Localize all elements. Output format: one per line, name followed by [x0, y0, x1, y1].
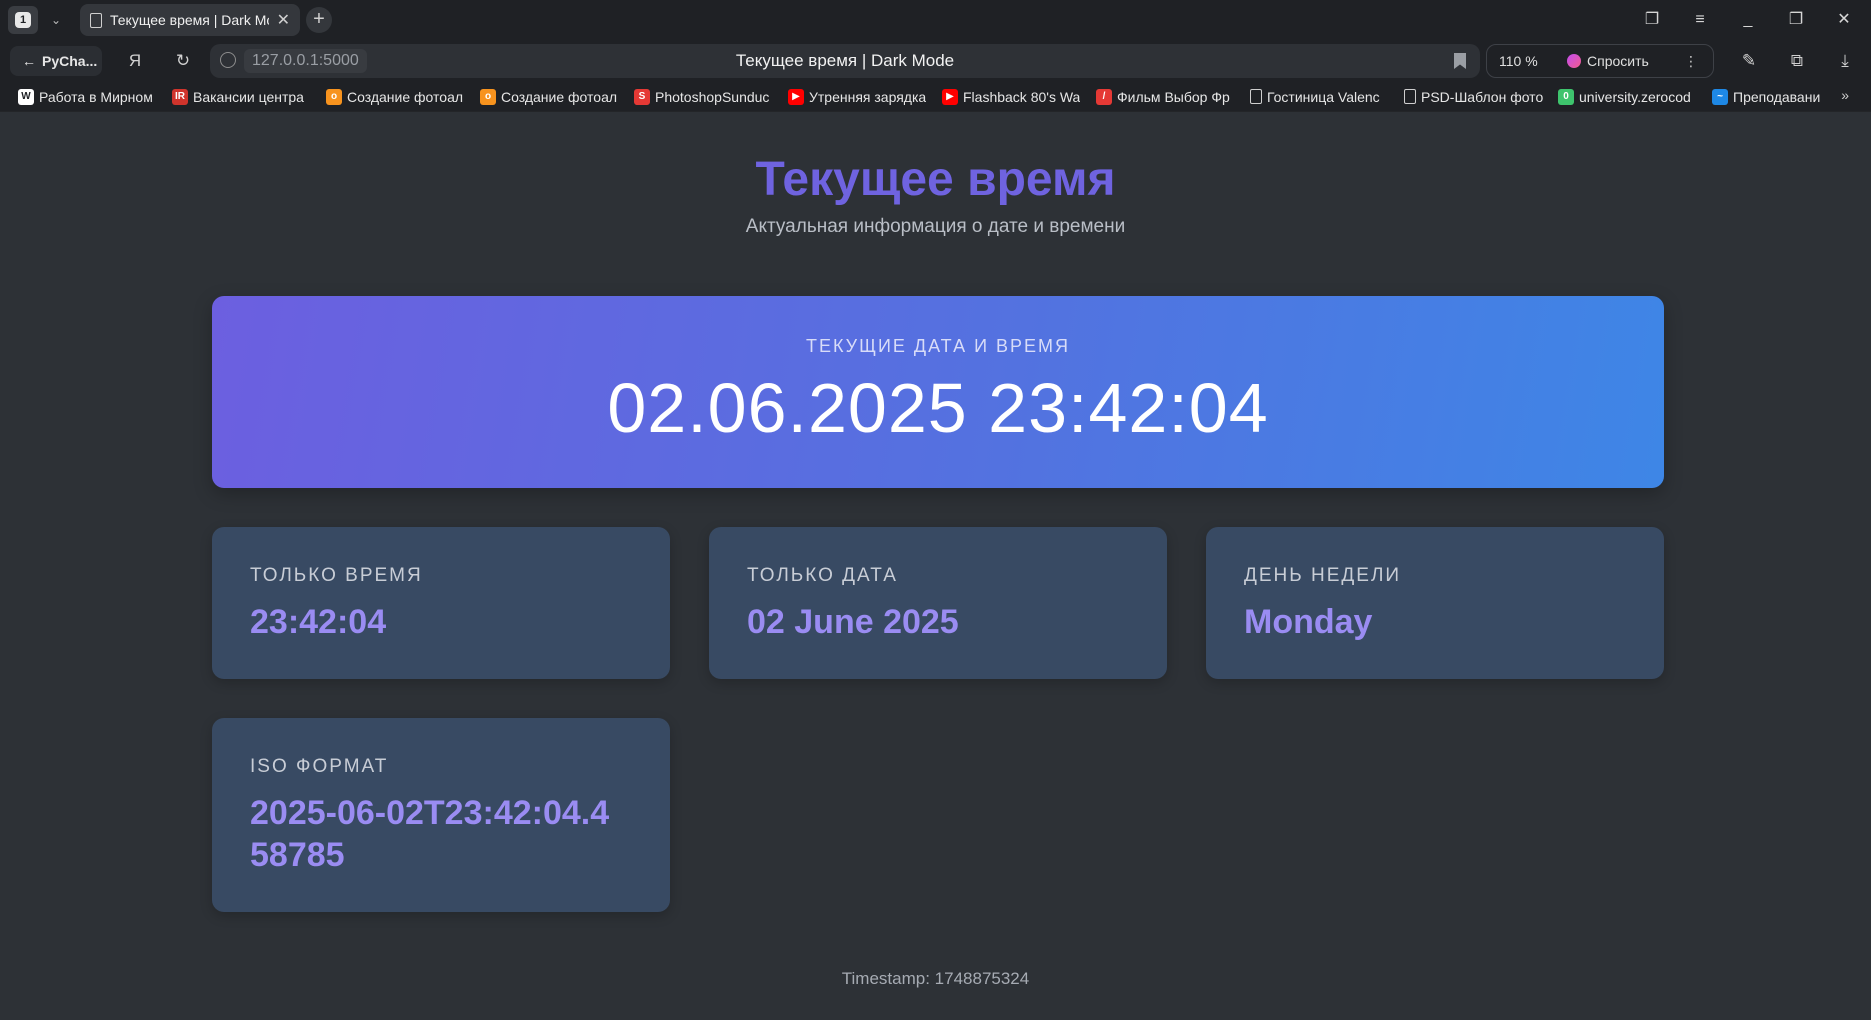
- browser-chrome: 1 ⌄ Текущее время | Dark Mode ✕ + ❐ ≡ _ …: [0, 0, 1871, 111]
- bookmark-favicon-icon: ▶: [942, 88, 958, 105]
- document-icon: [90, 12, 102, 28]
- bookmark-label: PhotoshopSunduc: [655, 88, 770, 105]
- bookmarks-bar: W Работа в Мирном IR Вакансии центра o Создан…: [0, 82, 1871, 111]
- bookmark-favicon-icon: ~: [1712, 88, 1728, 105]
- reload-icon[interactable]: ↻: [168, 46, 198, 76]
- bookmark-favicon-icon: IR: [172, 88, 188, 105]
- date-only-card: ТОЛЬКО ДАТА 02 June 2025: [709, 527, 1167, 679]
- bookmarks-more-icon[interactable]: »: [1841, 87, 1849, 103]
- tab-counter-button[interactable]: 1: [8, 6, 38, 34]
- bookmark-label: Создание фотоал: [501, 88, 618, 105]
- tab-list-chevron-icon[interactable]: ⌄: [44, 6, 68, 34]
- bookmark-favicon-icon: ▶: [788, 88, 804, 105]
- bookmark-label: Преподавани: [1733, 88, 1821, 105]
- yandex-icon[interactable]: Я: [120, 46, 150, 76]
- bookmark-favicon-icon: 0: [1558, 88, 1574, 105]
- browser-tab[interactable]: Текущее время | Dark Mode ✕: [80, 4, 300, 36]
- iso-format-card: ISO ФОРМАТ 2025-06-02T23:42:04.458785: [212, 718, 670, 912]
- new-tab-button[interactable]: +: [306, 7, 332, 33]
- bookmark-favicon-icon: o: [326, 88, 342, 105]
- weekday-card: ДЕНЬ НЕДЕЛИ Monday: [1206, 527, 1664, 679]
- close-window-icon[interactable]: ✕: [1826, 6, 1862, 34]
- current-datetime-label: ТЕКУЩИЕ ДАТА И ВРЕМЯ: [805, 336, 1071, 356]
- card-label: ISO ФОРМАТ: [250, 756, 389, 777]
- bookmark-item[interactable]: S PhotoshopSunduc: [634, 88, 788, 105]
- timestamp-footer: Timestamp: 1748875324: [841, 969, 1030, 988]
- zoom-ask-group: 110 % Спросить ⋮: [1486, 44, 1714, 78]
- translate-icon[interactable]: ⧉: [1782, 46, 1812, 76]
- tab-count: 1: [15, 12, 31, 28]
- bookmark-item[interactable]: o Создание фотоал: [326, 88, 480, 105]
- bookmark-favicon-icon: W: [18, 88, 34, 105]
- current-datetime-card: ТЕКУЩИЕ ДАТА И ВРЕМЯ 02.06.2025 23:42:04: [212, 296, 1664, 488]
- bookmark-label: Работа в Мирном: [39, 88, 153, 105]
- bookmark-item[interactable]: IR Вакансии центра: [172, 88, 326, 105]
- back-label: PyCha...: [42, 53, 98, 69]
- bookmark-item[interactable]: / Фильм Выбор Фр: [1096, 88, 1250, 105]
- card-value: 02 June 2025: [747, 603, 959, 641]
- bookmark-label: Фильм Выбор Фр: [1117, 88, 1230, 105]
- collections-icon[interactable]: ❐: [1634, 6, 1670, 34]
- more-options-icon[interactable]: ⋮: [1677, 53, 1705, 70]
- address-page-title: Текущее время | Dark Mode: [735, 51, 955, 70]
- bookmark-label: Гостиница Valenc: [1267, 88, 1380, 105]
- tab-title: Текущее время | Dark Mode: [110, 12, 269, 28]
- download-icon[interactable]: ⤓: [1830, 46, 1860, 76]
- page-subtitle: Актуальная информация о дате и времени: [745, 216, 1126, 237]
- alice-icon: [1567, 54, 1581, 68]
- address-bar-row: ← PyCha... Я ↻ 127.0.0.1:5000 Текущее вр…: [0, 40, 1871, 82]
- pen-icon[interactable]: ✎: [1734, 46, 1764, 76]
- menu-icon[interactable]: ≡: [1682, 6, 1718, 34]
- tab-bar: 1 ⌄ Текущее время | Dark Mode ✕ + ❐ ≡ _ …: [0, 0, 1871, 40]
- ask-button[interactable]: Спросить: [1567, 53, 1677, 69]
- address-bar[interactable]: 127.0.0.1:5000 Текущее время | Dark Mode: [210, 44, 1480, 78]
- card-label: ДЕНЬ НЕДЕЛИ: [1244, 565, 1402, 586]
- card-label: ТОЛЬКО ДАТА: [747, 565, 898, 586]
- bookmark-item[interactable]: ▶ Утренняя зарядка: [788, 88, 942, 105]
- bookmark-item[interactable]: ▶ Flashback 80's Wa: [942, 88, 1096, 105]
- minimize-icon[interactable]: _: [1730, 6, 1766, 34]
- bookmark-label: Вакансии центра: [193, 88, 304, 105]
- bookmark-label: Flashback 80's Wa: [963, 88, 1081, 105]
- page-title: Текущее время: [755, 153, 1116, 206]
- bookmark-favicon-icon: /: [1096, 88, 1112, 105]
- bookmark-label: PSD-Шаблон фото: [1421, 88, 1544, 105]
- close-tab-icon[interactable]: ✕: [277, 10, 290, 30]
- bookmark-item[interactable]: Гостиница Valenc: [1250, 89, 1404, 105]
- bookmark-favicon-icon: [1250, 89, 1262, 104]
- current-datetime-value: 02.06.2025 23:42:04: [607, 369, 1269, 447]
- bookmark-favicon-icon: [1404, 89, 1416, 104]
- arrow-left-icon: ←: [22, 53, 36, 69]
- ask-label: Спросить: [1587, 53, 1649, 69]
- bookmark-favicon-icon: o: [480, 88, 496, 105]
- page-content: Текущее время Актуальная информация о да…: [0, 111, 1871, 1020]
- bookmark-label: university.zerocod: [1579, 88, 1691, 105]
- restore-icon[interactable]: ❐: [1778, 6, 1814, 34]
- bookmark-favicon-icon: S: [634, 88, 650, 105]
- card-value: Monday: [1244, 603, 1373, 641]
- time-only-card: ТОЛЬКО ВРЕМЯ 23:42:04: [212, 527, 670, 679]
- bookmark-item[interactable]: o Создание фотоал: [480, 88, 634, 105]
- bookmark-label: Создание фотоал: [347, 88, 464, 105]
- bookmark-item[interactable]: W Работа в Мирном: [18, 88, 172, 105]
- card-label: ТОЛЬКО ВРЕМЯ: [250, 565, 423, 586]
- back-button[interactable]: ← PyCha...: [10, 46, 102, 76]
- card-value: 2025-06-02T23:42:04.458785: [250, 794, 610, 874]
- card-value: 23:42:04: [250, 603, 387, 641]
- bookmark-item[interactable]: 0 university.zerocod: [1558, 88, 1712, 105]
- bookmark-item[interactable]: PSD-Шаблон фото: [1404, 89, 1558, 105]
- bookmark-label: Утренняя зарядка: [809, 88, 927, 105]
- zoom-level[interactable]: 110 %: [1487, 53, 1567, 69]
